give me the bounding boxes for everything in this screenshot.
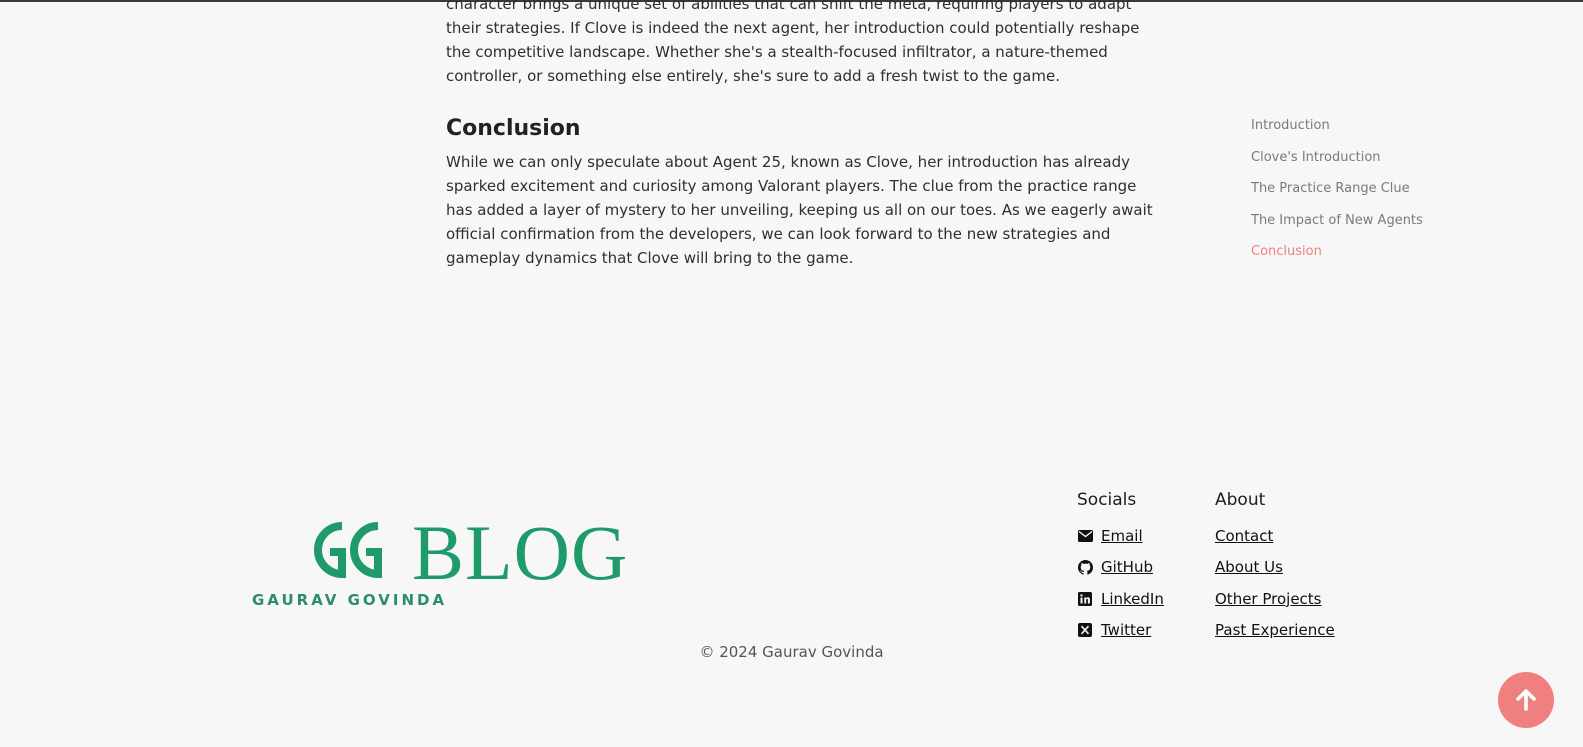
about-link-about-us[interactable]: About Us	[1215, 552, 1335, 584]
conclusion-paragraph: While we can only speculate about Agent …	[446, 153, 1153, 267]
toc-item-cloves-introduction[interactable]: Clove's Introduction	[1251, 148, 1451, 180]
copyright-notice: © 2024 Gaurav Govinda	[699, 643, 884, 661]
about-link-other-projects[interactable]: Other Projects	[1215, 583, 1335, 615]
logo-wordmark: BLOG	[412, 509, 629, 596]
social-link-label: Twitter	[1101, 621, 1152, 640]
social-link-github[interactable]: GitHub	[1077, 552, 1164, 584]
toc-item-conclusion[interactable]: Conclusion	[1251, 242, 1451, 274]
arrow-up-icon	[1516, 689, 1536, 711]
envelope-icon	[1077, 528, 1093, 544]
social-link-label: GitHub	[1101, 558, 1153, 577]
logo-subtext: GAURAV GOVINDA	[252, 591, 448, 609]
footer-about: About Contact About Us Other Projects Pa…	[1215, 488, 1335, 646]
about-link-past-experience[interactable]: Past Experience	[1215, 615, 1335, 647]
social-link-linkedin[interactable]: LinkedIn	[1077, 583, 1164, 615]
article-paragraph: character brings a unique set of abiliti…	[446, 0, 1140, 85]
linkedin-icon	[1077, 591, 1093, 607]
gg-monogram-icon	[314, 522, 382, 579]
about-link-contact[interactable]: Contact	[1215, 520, 1335, 552]
social-link-label: LinkedIn	[1101, 589, 1164, 608]
social-link-twitter[interactable]: Twitter	[1077, 615, 1164, 647]
toc-item-impact-new-agents[interactable]: The Impact of New Agents	[1251, 211, 1451, 243]
article-body: character brings a unique set of abiliti…	[446, 0, 1158, 270]
site-logo[interactable]: BLOG GAURAV GOVINDA	[252, 508, 632, 612]
social-link-label: Email	[1101, 526, 1143, 545]
toc-item-practice-range-clue[interactable]: The Practice Range Clue	[1251, 179, 1451, 211]
toc-item-introduction[interactable]: Introduction	[1251, 116, 1451, 148]
footer-socials: Socials Email GitHub LinkedIn Twitter	[1077, 488, 1164, 646]
x-twitter-icon	[1077, 622, 1093, 638]
section-heading-conclusion: Conclusion	[446, 116, 581, 141]
socials-heading: Socials	[1077, 490, 1137, 510]
github-icon	[1077, 559, 1093, 575]
scroll-to-top-button[interactable]	[1498, 672, 1554, 728]
table-of-contents: Introduction Clove's Introduction The Pr…	[1251, 116, 1451, 274]
social-link-email[interactable]: Email	[1077, 520, 1164, 552]
about-heading: About	[1215, 490, 1266, 510]
